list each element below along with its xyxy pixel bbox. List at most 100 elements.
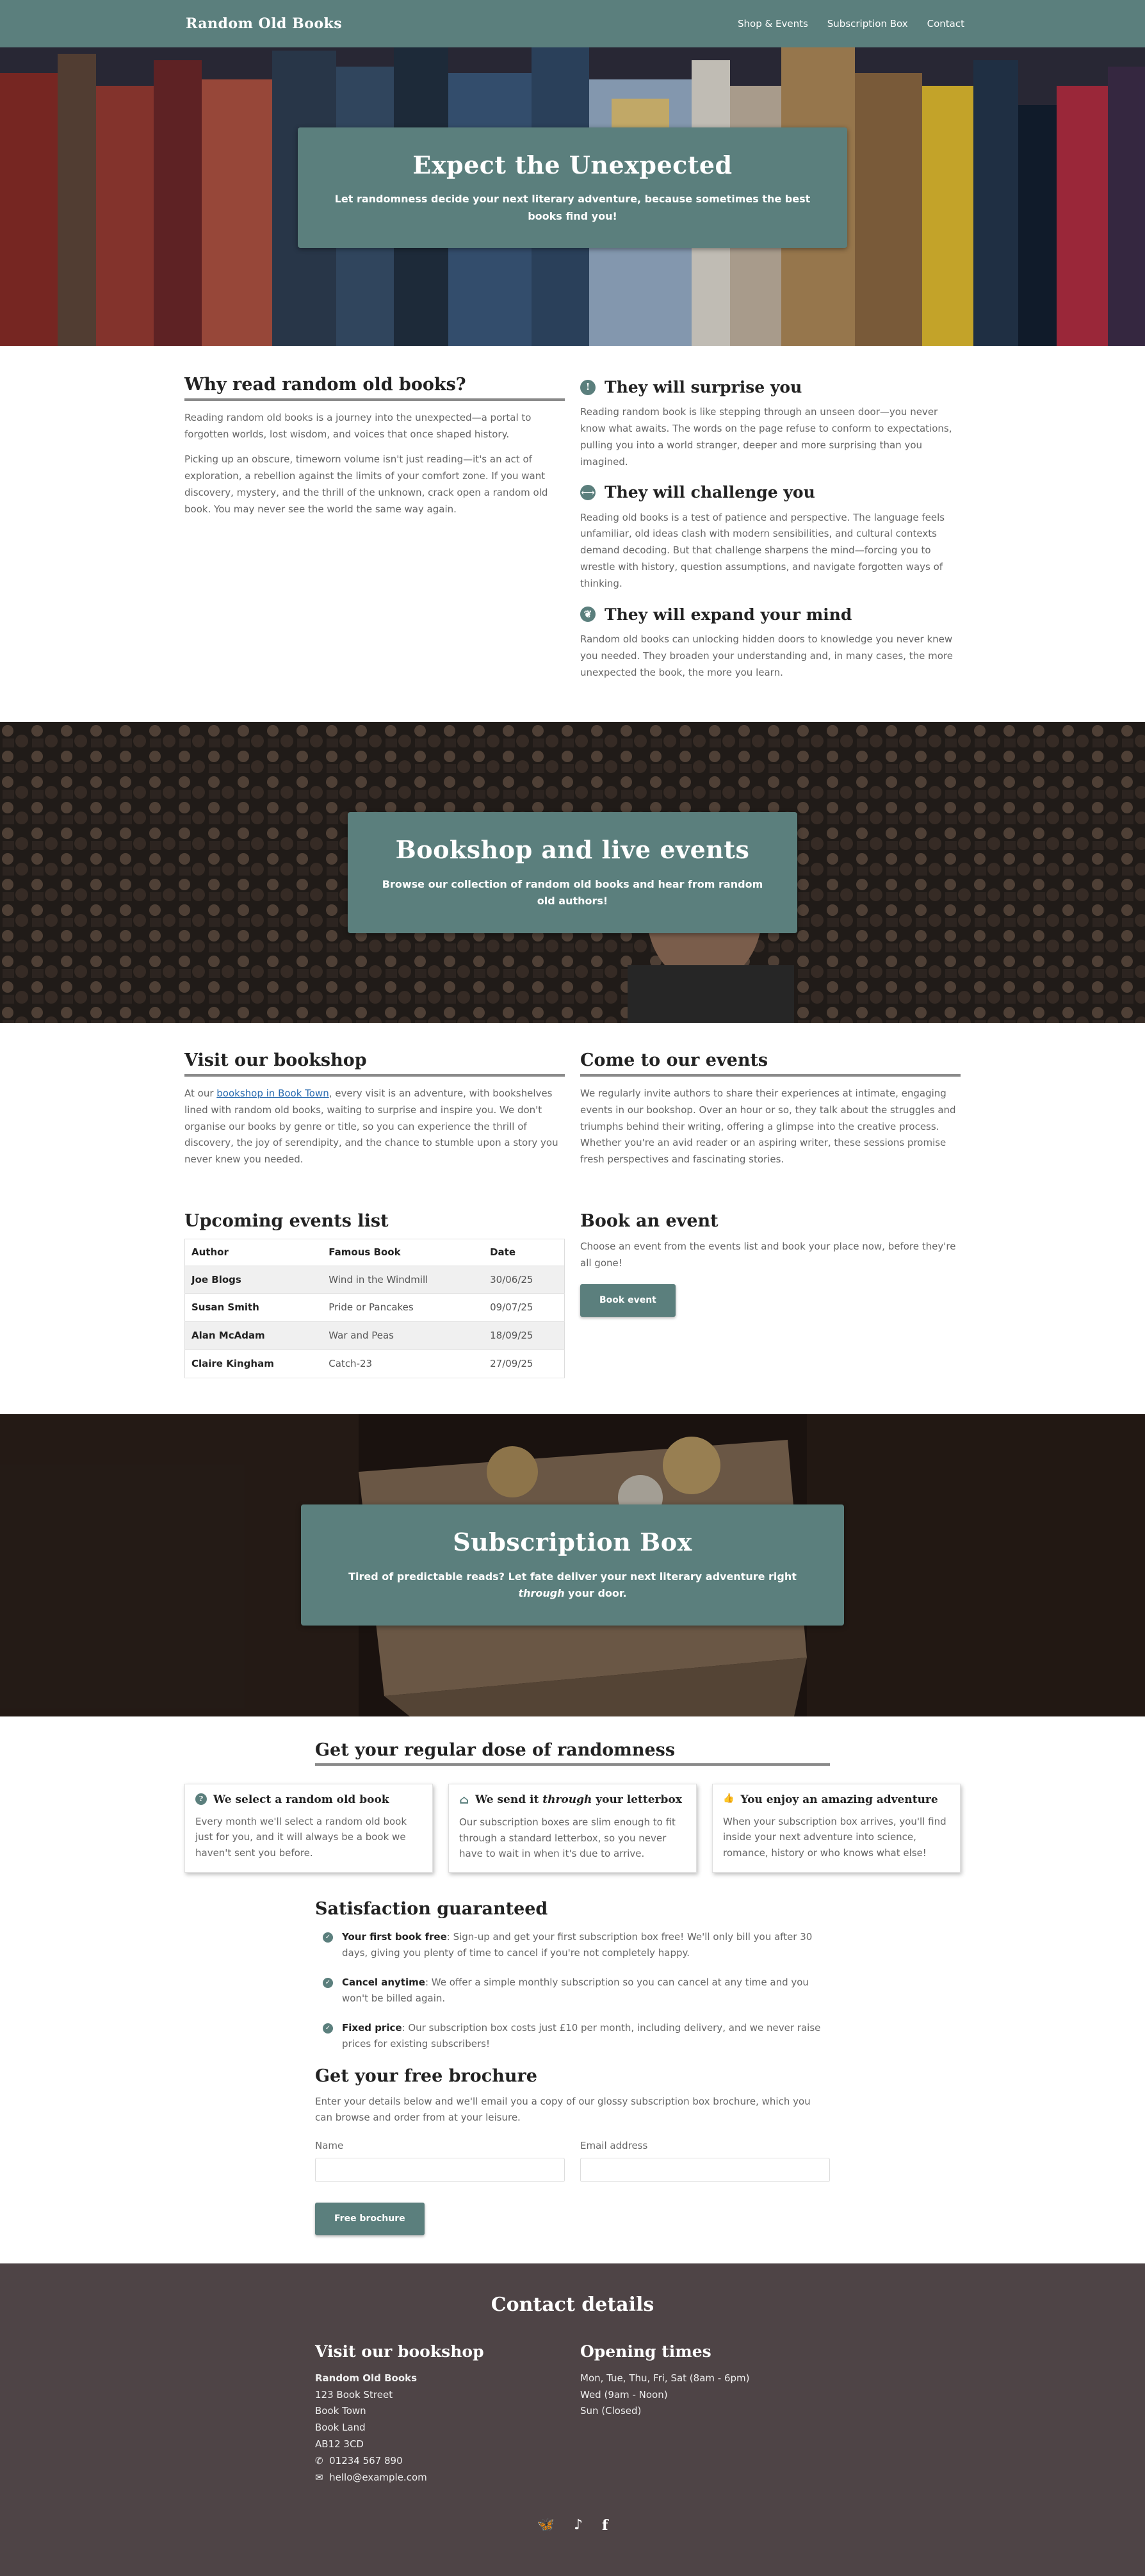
tiktok-icon[interactable]: ♪ xyxy=(574,2514,583,2537)
email-input[interactable] xyxy=(580,2157,830,2182)
table-row: Joe Blogs Wind in the Windmill 30/06/25 xyxy=(184,1266,565,1294)
facebook-icon[interactable]: f xyxy=(602,2514,608,2537)
events-list-heading: Upcoming events list xyxy=(184,1211,389,1232)
phone-icon: ✆ xyxy=(315,2454,323,2466)
guarantee-heading: Satisfaction guaranteed xyxy=(315,1899,548,1920)
subscription-section: Get your regular dose of randomness ? We … xyxy=(0,1716,1145,2263)
address-line: AB12 3CD xyxy=(315,2438,364,2450)
reason-expand: ❦ They will expand your mind Random old b… xyxy=(580,601,961,681)
book-event-text: Choose an event from the events list and… xyxy=(580,1240,956,1269)
date-cell: 27/09/25 xyxy=(483,1349,565,1378)
card-select-book: ? We select a random old book Every month… xyxy=(184,1784,433,1873)
email-address[interactable]: hello@example.com xyxy=(329,2472,427,2483)
subtitle-start: Tired of predictable reads? Let fate del… xyxy=(348,1570,797,1583)
subscription-cards: ? We select a random old book Every month… xyxy=(184,1784,961,1873)
hero-books: Expect the Unexpected Let randomness dec… xyxy=(0,47,1145,346)
check-icon: ✓ xyxy=(323,1932,333,1943)
card-text: When your subscription box arrives, you'… xyxy=(723,1815,946,1859)
events-list: Upcoming events list Author Famous Book … xyxy=(184,1211,565,1378)
email-field-group: Email address xyxy=(580,2138,830,2182)
nav-link-shop-events[interactable]: Shop & Events xyxy=(738,16,808,32)
reason-text: Reading random book is like stepping thr… xyxy=(580,406,952,468)
bookshop-location-link[interactable]: bookshop in Book Town xyxy=(216,1088,329,1099)
subtitle-emphasis: through xyxy=(518,1587,565,1600)
hero-events-banner: Bookshop and live events Browse our coll… xyxy=(348,812,797,933)
guarantee-label: Your first book free xyxy=(342,1930,447,1943)
email-line: ✉ hello@example.com xyxy=(315,2470,565,2486)
envelope-icon: ✉ xyxy=(315,2471,323,2483)
thumbs-up-icon: 👍 xyxy=(723,1793,735,1804)
exclamation-icon: ! xyxy=(580,379,596,395)
hero-subscription-banner: Subscription Box Tired of predictable re… xyxy=(301,1504,844,1626)
book-event: Book an event Choose an event from the e… xyxy=(580,1211,961,1378)
guarantee-label: Cancel anytime xyxy=(342,1976,425,1988)
name-label: Name xyxy=(315,2140,344,2152)
reason-title: They will challenge you xyxy=(605,483,815,502)
author-cell: Alan McAdam xyxy=(184,1321,323,1350)
list-item: ✓ Your first book free: Sign-up and get y… xyxy=(323,1929,830,1962)
table-row: Alan McAdam War and Peas 18/09/25 xyxy=(184,1321,565,1350)
opening-times-heading: Opening times xyxy=(580,2342,711,2361)
address-line: 123 Book Street xyxy=(315,2388,393,2401)
events-text: We regularly invite authors to share the… xyxy=(580,1088,956,1166)
hero-books-banner: Expect the Unexpected Let randomness dec… xyxy=(298,127,847,249)
subscription-heading: Get your regular dose of randomness xyxy=(315,1740,830,1766)
author-cell: Claire Kingham xyxy=(184,1349,323,1378)
name-input[interactable] xyxy=(315,2157,565,2182)
phone-number[interactable]: 01234 567 890 xyxy=(329,2455,403,2466)
arrows-icon: ⟷ xyxy=(580,485,596,501)
reason-title: They will surprise you xyxy=(605,378,802,396)
date-cell: 09/07/25 xyxy=(483,1293,565,1323)
hero-subtitle: Browse our collection of random old book… xyxy=(382,877,763,908)
visit-text-end: , every visit is an adventure, with book… xyxy=(184,1088,558,1166)
social-links: 🦋 ♪ f xyxy=(0,2514,1145,2537)
check-icon: ✓ xyxy=(323,2023,333,2034)
bluesky-icon[interactable]: 🦋 xyxy=(537,2514,555,2537)
reason-text: Random old books can unlocking hidden do… xyxy=(580,633,953,678)
book-event-button[interactable]: Book event xyxy=(580,1284,676,1317)
card-title-emphasis: through xyxy=(542,1793,592,1807)
hero-title: Bookshop and live events xyxy=(395,835,750,865)
reason-surprise: ! They will surprise you Reading random b… xyxy=(580,374,961,470)
nav-link-contact[interactable]: Contact xyxy=(927,16,964,32)
check-icon: ✓ xyxy=(323,1977,333,1988)
card-title: You enjoy an amazing adventure xyxy=(740,1793,938,1807)
book-event-heading: Book an event xyxy=(580,1211,719,1232)
question-icon: ? xyxy=(195,1793,207,1806)
hero-title: Expect the Unexpected xyxy=(412,150,733,179)
table-header-row: Author Famous Book Date xyxy=(184,1239,565,1266)
site-brand[interactable]: Random Old Books xyxy=(186,12,342,35)
brochure-text: Enter your details below and we'll email… xyxy=(315,2095,811,2124)
card-adventure: 👍 You enjoy an amazing adventure When you… xyxy=(712,1784,961,1873)
address-line: Book Land xyxy=(315,2422,366,2434)
hours-line: Wed (9am - Noon) xyxy=(580,2388,668,2401)
hero-subscription: Subscription Box Tired of predictable re… xyxy=(0,1414,1145,1716)
card-text: Every month we'll select a random old bo… xyxy=(195,1815,407,1859)
hero-events: Bookshop and live events Browse our coll… xyxy=(0,722,1145,1023)
author-cell: Susan Smith xyxy=(184,1293,323,1323)
contact-heading: Contact details xyxy=(491,2293,654,2316)
hero-subtitle: Tired of predictable reads? Let fate del… xyxy=(327,1569,818,1602)
why-column: Why read random old books? Reading rando… xyxy=(184,374,565,690)
nav-link-subscription-box[interactable]: Subscription Box xyxy=(827,16,908,32)
events-table: Author Famous Book Date Joe Blogs Wind in… xyxy=(184,1238,565,1378)
column-header-book: Famous Book xyxy=(322,1239,484,1266)
brain-icon: ❦ xyxy=(580,607,596,623)
name-field-group: Name xyxy=(315,2138,565,2182)
list-item: ✓ Fixed price: Our subscription box costs… xyxy=(323,2020,830,2053)
visit-heading: Visit our bookshop xyxy=(184,1050,565,1077)
footer-hours: Opening times Mon, Tue, Thu, Fri, Sat (8… xyxy=(580,2338,830,2486)
guarantee-list: ✓ Your first book free: Sign-up and get y… xyxy=(315,1929,830,2053)
table-row: Susan Smith Pride or Pancakes 09/07/25 xyxy=(184,1293,565,1323)
address-line: Book Town xyxy=(315,2405,366,2417)
visit-text-start: At our xyxy=(184,1088,217,1100)
column-header-date: Date xyxy=(483,1239,565,1266)
shop-events-section: Visit our bookshop At our bookshop in Bo… xyxy=(184,1023,961,1414)
card-title: We send it through your letterbox xyxy=(475,1793,682,1807)
shop-name: Random Old Books xyxy=(315,2372,418,2384)
free-brochure-button[interactable]: Free brochure xyxy=(315,2202,425,2235)
author-cell: Joe Blogs xyxy=(184,1266,323,1294)
card-title: We select a random old book xyxy=(213,1793,389,1807)
date-cell: 18/09/25 xyxy=(483,1321,565,1350)
card-title-end: your letterbox xyxy=(592,1793,682,1807)
